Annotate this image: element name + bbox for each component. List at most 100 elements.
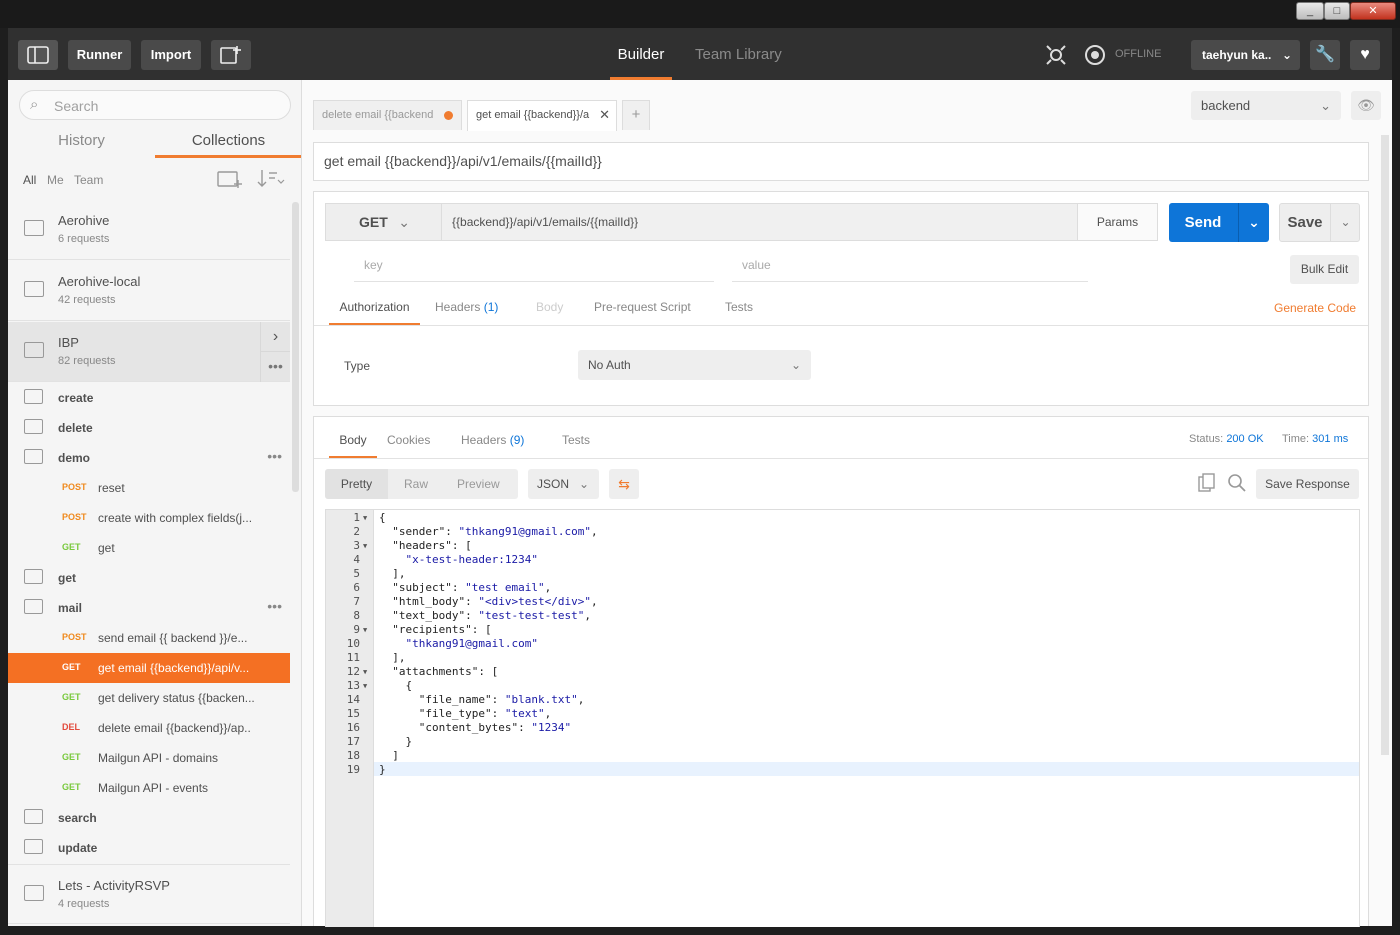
save-button[interactable]: Save ⌄ [1279,203,1360,242]
filter-all[interactable]: All [23,173,36,187]
param-value-input[interactable]: value [732,249,1088,282]
fold-toggle-icon[interactable]: ▼ [363,668,367,676]
request-item[interactable]: POST create with complex fields(j... [8,503,290,533]
import-button[interactable]: Import [141,40,201,70]
chevron-down-icon: ⌄ [578,477,589,491]
view-preview-button[interactable]: Preview [457,469,500,499]
request-item[interactable]: GET get [8,533,290,563]
environment-quicklook-button[interactable]: 👁 [1351,91,1381,120]
request-item[interactable]: GET Mailgun API - domains [8,743,290,773]
fold-toggle-icon[interactable]: ▼ [363,626,367,634]
more-options-icon[interactable]: ••• [267,598,282,614]
tab-builder[interactable]: Builder [610,28,672,80]
collection-item[interactable]: Lets - ActivityRSVP 4 requests [8,864,290,924]
view-pretty-button[interactable]: Pretty [325,469,388,499]
view-raw-button[interactable]: Raw [404,469,428,499]
collection-item[interactable]: Aerohive-local 42 requests [8,261,290,321]
method-badge: GET [62,662,81,672]
tab-team-library[interactable]: Team Library [695,28,782,80]
heart-button[interactable]: ♥ [1350,40,1380,70]
search-icon[interactable] [1227,473,1247,498]
response-tab-tests[interactable]: Tests [562,425,590,459]
environment-select[interactable]: backend ⌄ [1191,91,1341,120]
method-value: GET [359,214,388,230]
wrap-lines-button[interactable]: ⇆ [609,469,639,499]
more-options-icon[interactable]: ••• [267,448,282,464]
folder-item[interactable]: delete [8,413,290,443]
request-name: reset [98,481,125,495]
tab-history[interactable]: History [8,130,155,158]
close-icon[interactable]: ✕ [599,101,610,129]
bulk-edit-button[interactable]: Bulk Edit [1290,255,1359,284]
send-button[interactable]: Send ⌄ [1169,203,1269,242]
collection-item[interactable]: IBP 82 requests › ••• [8,322,290,382]
response-body-editor[interactable]: 1 ▼ 2 3 ▼ 4 5 6 7 8 9 ▼ 10 11 12 ▼ 13 ▼ 14 15 16 17 18 19 { "se… [325,509,1360,927]
request-item[interactable]: POST reset [8,473,290,503]
tab-prerequest-script[interactable]: Pre-request Script [594,292,691,326]
filter-team[interactable]: Team [74,173,103,187]
tab-headers[interactable]: Headers (1) [435,292,498,326]
folder-icon [24,839,43,854]
sidebar-scrollbar[interactable] [292,202,299,492]
fold-toggle-icon[interactable]: ▼ [363,514,367,522]
chevron-down-icon[interactable]: ⌄ [1238,203,1269,242]
minimize-button[interactable]: _ [1296,2,1324,20]
fold-toggle-icon[interactable]: ▼ [363,682,367,690]
new-tab-button[interactable]: + [622,100,650,130]
method-select[interactable]: GET ⌄ [325,203,442,241]
folder-item[interactable]: search [8,803,290,833]
user-menu-button[interactable]: taehyun ka.. ⌄ [1191,40,1300,70]
maximize-button[interactable]: □ [1324,2,1350,20]
interceptor-icon[interactable] [1041,40,1071,70]
runner-button[interactable]: Runner [68,40,131,70]
response-tab-body[interactable]: Body [329,425,377,459]
tab-collections[interactable]: Collections [155,130,301,158]
response-tab-cookies[interactable]: Cookies [387,425,430,459]
folder-item[interactable]: create [8,383,290,413]
new-window-button[interactable] [211,40,251,70]
toggle-sidebar-button[interactable] [18,40,58,70]
tab-tests[interactable]: Tests [725,292,753,326]
collection-item[interactable]: Aerohive 6 requests [8,200,290,260]
folder-item[interactable]: update [8,833,290,863]
search-input[interactable]: ⌕ Search [19,90,291,120]
request-tab[interactable]: delete email {{backend [313,100,462,130]
request-item[interactable]: DEL delete email {{backend}}/ap.. [8,713,290,743]
response-tab-headers[interactable]: Headers (9) [461,425,524,459]
tab-authorization[interactable]: Authorization [329,292,420,326]
auth-type-select[interactable]: No Auth ⌄ [578,350,811,380]
line-number: 9 [353,623,360,636]
settings-button[interactable]: 🔧 [1310,40,1340,70]
chevron-right-icon[interactable]: › [260,322,290,352]
request-item[interactable]: GET get email {{backend}}/api/v... [8,653,290,683]
close-window-button[interactable]: ✕ [1350,2,1396,20]
new-collection-icon[interactable] [217,168,243,193]
request-tab-active[interactable]: get email {{backend}}/a ✕ [467,100,617,131]
main-scrollbar[interactable] [1381,135,1389,755]
url-input[interactable]: {{backend}}/api/v1/emails/{{mailId}} [441,203,1078,241]
copy-icon[interactable] [1198,473,1216,498]
more-options-icon[interactable]: ••• [260,352,290,382]
format-select[interactable]: JSON ⌄ [528,469,599,499]
save-response-button[interactable]: Save Response [1256,469,1359,499]
folder-item[interactable]: mail ••• [8,593,290,623]
param-key-input[interactable]: key [354,249,714,282]
request-item[interactable]: POST send email {{ backend }}/e... [8,623,290,653]
chevron-down-icon[interactable]: ⌄ [1330,204,1360,241]
folder-name: search [58,811,97,825]
fold-toggle-icon[interactable]: ▼ [363,542,367,550]
params-button[interactable]: Params [1077,203,1158,241]
code-line: "recipients": [ [392,623,492,636]
wrap-icon: ⇆ [618,476,630,492]
eye-icon: 👁 [1357,97,1375,113]
request-item[interactable]: GET Mailgun API - events [8,773,290,803]
tab-body[interactable]: Body [536,292,563,326]
request-title[interactable]: get email {{backend}}/api/v1/emails/{{ma… [313,142,1369,181]
folder-item[interactable]: get [8,563,290,593]
sort-icon[interactable] [257,168,285,193]
generate-code-link[interactable]: Generate Code [1274,301,1356,315]
folder-item[interactable]: demo ••• [8,443,290,473]
request-item[interactable]: GET get delivery status {{backen... [8,683,290,713]
sync-status-icon[interactable] [1080,40,1110,70]
filter-me[interactable]: Me [47,173,64,187]
